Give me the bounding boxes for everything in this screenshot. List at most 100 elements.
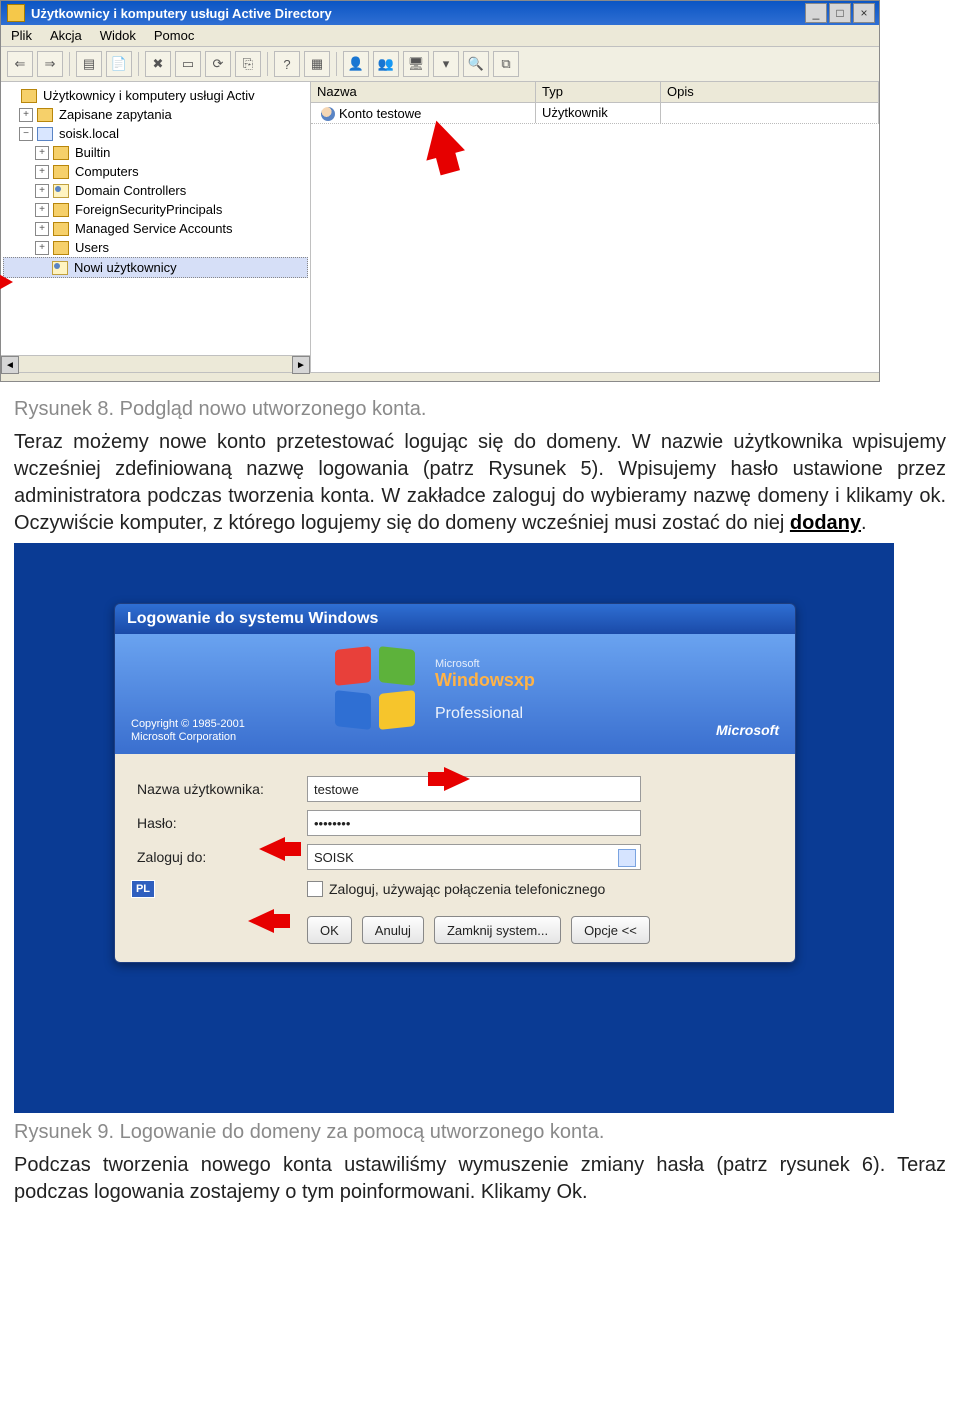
expander-icon[interactable]: + bbox=[19, 108, 33, 122]
expander-icon[interactable]: + bbox=[35, 184, 49, 198]
annotation-arrow-icon bbox=[0, 272, 13, 292]
minimize-button[interactable]: _ bbox=[805, 3, 827, 23]
brand-pro: Professional bbox=[435, 705, 535, 723]
shutdown-button[interactable]: Zamknij system... bbox=[434, 916, 561, 944]
list-row[interactable]: Konto testowe Użytkownik bbox=[311, 103, 879, 124]
dialup-checkbox[interactable] bbox=[307, 881, 323, 897]
refresh-icon[interactable]: ⟳ bbox=[205, 51, 231, 77]
col-type[interactable]: Typ bbox=[536, 82, 661, 102]
login-banner: Microsoft Windowsxp Professional Copyrig… bbox=[115, 634, 795, 754]
scroll-left-icon[interactable]: ◄ bbox=[1, 356, 19, 374]
tree-msa[interactable]: + Managed Service Accounts bbox=[3, 219, 308, 238]
folder-icon bbox=[53, 222, 69, 236]
brand-win: Windowsxp bbox=[435, 670, 535, 705]
tree-computers[interactable]: + Computers bbox=[3, 162, 308, 181]
dialup-label: Zaloguj, używając połączenia telefoniczn… bbox=[329, 881, 605, 897]
folder-icon bbox=[53, 146, 69, 160]
tree-dcs[interactable]: + Domain Controllers bbox=[3, 181, 308, 200]
microsoft-logo: Microsoft bbox=[716, 722, 779, 738]
tree-item-label: soisk.local bbox=[59, 126, 119, 141]
disp-icon[interactable]: ⧉ bbox=[493, 51, 519, 77]
expander-icon[interactable]: + bbox=[35, 241, 49, 255]
search-icon[interactable]: 🔍 bbox=[463, 51, 489, 77]
list2-icon[interactable]: ▦ bbox=[304, 51, 330, 77]
expander-icon[interactable]: + bbox=[35, 203, 49, 217]
menu-pomoc[interactable]: Pomoc bbox=[154, 28, 194, 43]
expander-icon[interactable]: + bbox=[35, 165, 49, 179]
menu-akcja[interactable]: Akcja bbox=[50, 28, 82, 43]
password-input[interactable]: •••••••• bbox=[307, 810, 641, 836]
paragraph-2: Podczas tworzenia nowego konta ustawiliś… bbox=[14, 1152, 946, 1206]
brand-win-text: Windows bbox=[435, 670, 514, 690]
filter-icon[interactable]: ▾ bbox=[433, 51, 459, 77]
back-icon[interactable]: ⇐ bbox=[7, 51, 33, 77]
scrollbar[interactable]: ◄ ► bbox=[1, 355, 310, 372]
options-button[interactable]: Opcje << bbox=[571, 916, 650, 944]
tree-new-users[interactable]: Nowi użytkownicy bbox=[3, 257, 308, 278]
tree-domain[interactable]: − soisk.local bbox=[3, 124, 308, 143]
tree-fsp[interactable]: + ForeignSecurityPrincipals bbox=[3, 200, 308, 219]
delete-icon[interactable]: ✖ bbox=[145, 51, 171, 77]
tree-users[interactable]: + Users bbox=[3, 238, 308, 257]
col-desc[interactable]: Opis bbox=[661, 82, 879, 102]
tree-item-label: Domain Controllers bbox=[75, 183, 186, 198]
tree-builtin[interactable]: + Builtin bbox=[3, 143, 308, 162]
ou-icon bbox=[53, 184, 69, 198]
label-username: Nazwa użytkownika: bbox=[137, 781, 297, 797]
col-name[interactable]: Nazwa bbox=[311, 82, 536, 102]
expander-icon[interactable]: + bbox=[35, 146, 49, 160]
login-screenshot: Logowanie do systemu Windows Microsoft W… bbox=[14, 543, 894, 1113]
expander-icon[interactable]: + bbox=[35, 222, 49, 236]
domain-select[interactable]: SOISK bbox=[307, 844, 641, 870]
annotation-arrow-icon bbox=[248, 909, 274, 933]
ad-window: Użytkownicy i komputery usługi Active Di… bbox=[0, 0, 880, 382]
help-icon[interactable]: ? bbox=[274, 51, 300, 77]
scroll-right-icon[interactable]: ► bbox=[292, 356, 310, 374]
tree-saved-queries[interactable]: + Zapisane zapytania bbox=[3, 105, 308, 124]
brand-block: Microsoft Windowsxp Professional bbox=[435, 658, 535, 723]
forward-icon[interactable]: ⇒ bbox=[37, 51, 63, 77]
username-input[interactable]: testowe bbox=[307, 776, 641, 802]
username-value: testowe bbox=[314, 782, 359, 797]
expander-icon[interactable]: − bbox=[19, 127, 33, 141]
login-title: Logowanie do systemu Windows bbox=[115, 604, 795, 634]
link-dodany[interactable]: dodany bbox=[790, 512, 861, 534]
tree-item-label: Nowi użytkownicy bbox=[74, 260, 177, 275]
domain-icon bbox=[37, 127, 53, 141]
export-icon[interactable]: ⎘ bbox=[235, 51, 261, 77]
tree-root-label: Użytkownicy i komputery usługi Activ bbox=[43, 88, 255, 103]
close-button[interactable]: × bbox=[853, 3, 875, 23]
figure-caption-9: Rysunek 9. Logowanie do domeny za pomocą… bbox=[14, 1121, 946, 1144]
props-icon[interactable]: 📄 bbox=[106, 51, 132, 77]
folder-icon bbox=[53, 203, 69, 217]
users-icon[interactable]: 👥 bbox=[373, 51, 399, 77]
figure-caption-8: Rysunek 8. Podgląd nowo utworzonego kont… bbox=[14, 398, 946, 421]
cancel-button[interactable]: Anuluj bbox=[362, 916, 424, 944]
menu-plik[interactable]: Plik bbox=[11, 28, 32, 43]
folder-icon bbox=[53, 241, 69, 255]
ok-button[interactable]: OK bbox=[307, 916, 352, 944]
list-header: Nazwa Typ Opis bbox=[311, 82, 879, 103]
doc-icon[interactable]: ▭ bbox=[175, 51, 201, 77]
statusbar bbox=[1, 372, 879, 381]
titlebar: Użytkownicy i komputery usługi Active Di… bbox=[1, 1, 879, 25]
pc-icon[interactable]: 🖥 bbox=[403, 51, 429, 77]
user-icon[interactable]: 👤 bbox=[343, 51, 369, 77]
menu-widok[interactable]: Widok bbox=[100, 28, 136, 43]
app-icon bbox=[7, 4, 25, 22]
brand-ms: Microsoft bbox=[435, 658, 535, 670]
list-cell-desc bbox=[661, 103, 879, 123]
windows-flag-icon bbox=[335, 648, 415, 728]
language-badge[interactable]: PL bbox=[131, 880, 155, 898]
maximize-button[interactable]: □ bbox=[829, 3, 851, 23]
tree-item-label: Zapisane zapytania bbox=[59, 107, 172, 122]
tree-root[interactable]: Użytkownicy i komputery usługi Activ bbox=[3, 86, 308, 105]
tree-item-label: Builtin bbox=[75, 145, 110, 160]
password-value: •••••••• bbox=[314, 816, 350, 831]
user-account-icon bbox=[321, 107, 335, 121]
up-icon[interactable]: ▤ bbox=[76, 51, 102, 77]
tree-pane: Użytkownicy i komputery usługi Activ + Z… bbox=[1, 82, 311, 372]
window-title: Użytkownicy i komputery usługi Active Di… bbox=[31, 6, 805, 21]
copyright-text: Copyright © 1985-2001 Microsoft Corporat… bbox=[131, 718, 245, 744]
toolbar: ⇐ ⇒ ▤ 📄 ✖ ▭ ⟳ ⎘ ? ▦ 👤 👥 🖥 ▾ 🔍 ⧉ bbox=[1, 47, 879, 82]
